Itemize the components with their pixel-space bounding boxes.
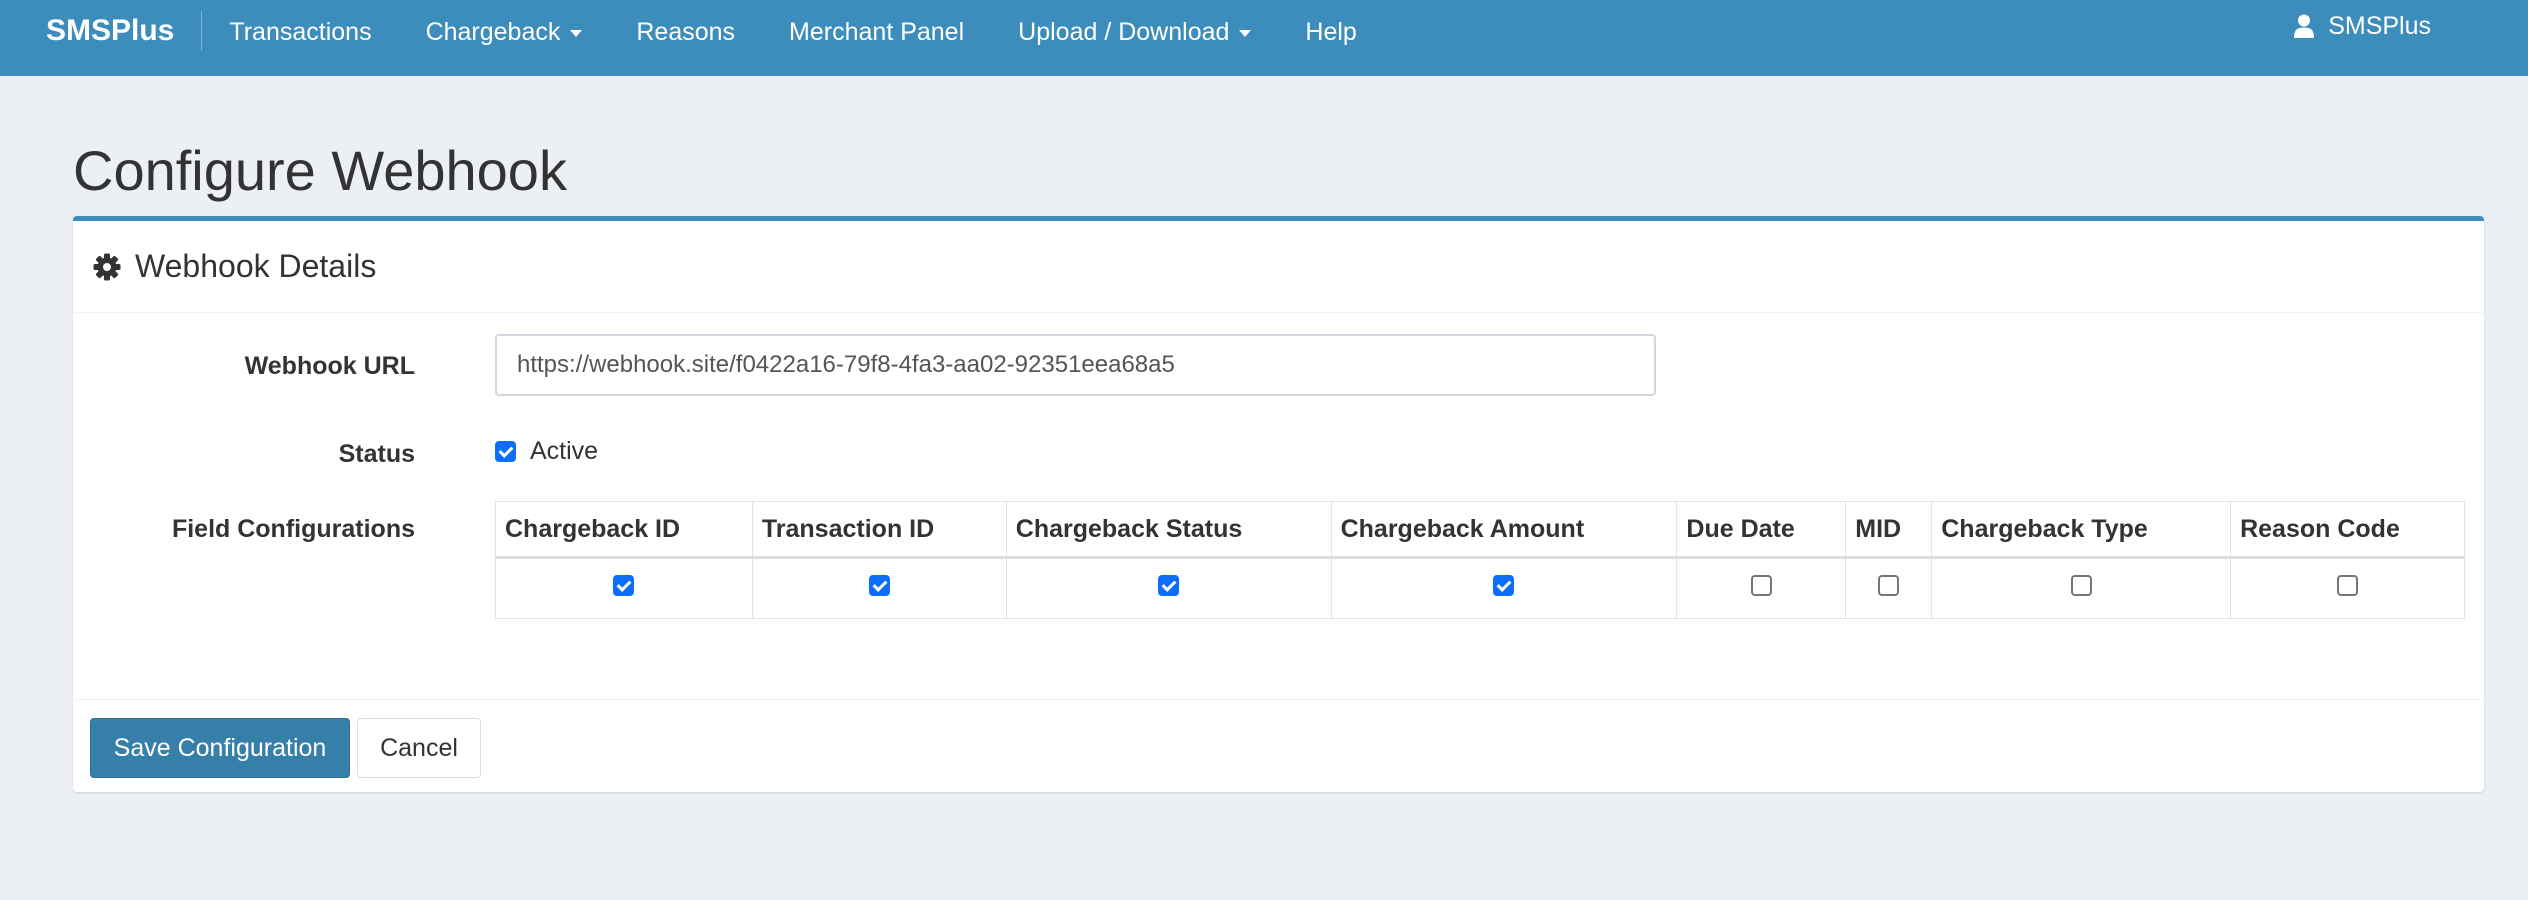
column-header: Chargeback Amount — [1330, 501, 1678, 559]
nav-help[interactable]: Help — [1278, 0, 1383, 70]
status-label: Status — [338, 440, 415, 468]
nav-upload-download-label: Upload / Download — [1018, 17, 1230, 46]
column-header: Due Date — [1676, 501, 1847, 559]
status-active-checkbox[interactable] — [495, 441, 516, 462]
caret-down-icon — [570, 29, 583, 37]
status-control: Active — [495, 437, 598, 466]
top-navbar: SMSPlus Transactions Chargeback Reasons … — [0, 0, 2528, 76]
webhook-details-box: Webhook Details Webhook URL Status Activ… — [73, 216, 2484, 792]
nav-reasons[interactable]: Reasons — [609, 0, 762, 70]
save-configuration-button[interactable]: Save Configuration — [90, 718, 350, 778]
webhook-url-input[interactable] — [495, 334, 1656, 396]
nav-chargeback-dropdown[interactable]: Chargeback — [399, 0, 610, 70]
field-checkbox-mid[interactable] — [1878, 575, 1900, 596]
nav-merchant-panel-label: Merchant Panel — [789, 17, 965, 46]
nav-merchant-panel[interactable]: Merchant Panel — [762, 0, 991, 70]
table-cell — [1676, 557, 1847, 619]
table-cell — [1330, 557, 1678, 619]
table-cell — [751, 557, 1007, 619]
field-checkbox-chargeback-id[interactable] — [613, 575, 635, 596]
table-cell — [1931, 557, 2232, 619]
table-cell — [495, 557, 753, 619]
user-icon — [2294, 14, 2315, 38]
nav-chargeback-label: Chargeback — [425, 17, 561, 46]
nav-reasons-label: Reasons — [636, 17, 736, 46]
column-header: Reason Code — [2230, 501, 2465, 559]
column-header: Chargeback ID — [495, 501, 753, 559]
cancel-button[interactable]: Cancel — [357, 718, 481, 778]
status-active-label[interactable]: Active — [530, 437, 598, 466]
brand-logo[interactable]: SMSPlus — [0, 11, 203, 51]
nav-upload-download-dropdown[interactable]: Upload / Download — [991, 0, 1278, 70]
nav-transactions-label: Transactions — [229, 17, 372, 46]
field-checkbox-chargeback-status[interactable] — [1158, 575, 1180, 596]
table-cell — [1005, 557, 1332, 619]
box-footer: Save Configuration Cancel — [73, 699, 2484, 792]
field-checkbox-reason-code[interactable] — [2337, 575, 2359, 596]
webhook-url-label: Webhook URL — [244, 352, 415, 380]
column-header: Transaction ID — [751, 501, 1007, 559]
table-cell — [1845, 557, 1933, 619]
user-menu[interactable]: SMSPlus — [2294, 0, 2431, 64]
box-header: Webhook Details — [73, 221, 2484, 313]
field-checkbox-chargeback-type[interactable] — [2070, 575, 2092, 596]
field-checkbox-chargeback-amount[interactable] — [1493, 575, 1515, 596]
nav-help-label: Help — [1305, 17, 1357, 46]
field-configurations-label: Field Configurations — [171, 515, 415, 543]
caret-down-icon — [1239, 29, 1252, 37]
table-header-row: Chargeback ID Transaction ID Chargeback … — [495, 501, 2465, 559]
column-header: Chargeback Type — [1931, 501, 2232, 559]
column-header: Chargeback Status — [1005, 501, 1332, 559]
box-title: Webhook Details — [135, 248, 377, 284]
nav-transactions[interactable]: Transactions — [202, 0, 398, 70]
field-configurations-table: Chargeback ID Transaction ID Chargeback … — [495, 501, 2465, 619]
field-checkbox-transaction-id[interactable] — [868, 575, 890, 596]
gear-icon — [93, 253, 121, 280]
table-row — [495, 557, 2465, 619]
field-checkbox-due-date[interactable] — [1750, 575, 1772, 596]
column-header: MID — [1845, 501, 1933, 559]
page-title: Configure Webhook — [73, 139, 567, 202]
user-name: SMSPlus — [2328, 11, 2431, 40]
table-cell — [2230, 557, 2465, 619]
